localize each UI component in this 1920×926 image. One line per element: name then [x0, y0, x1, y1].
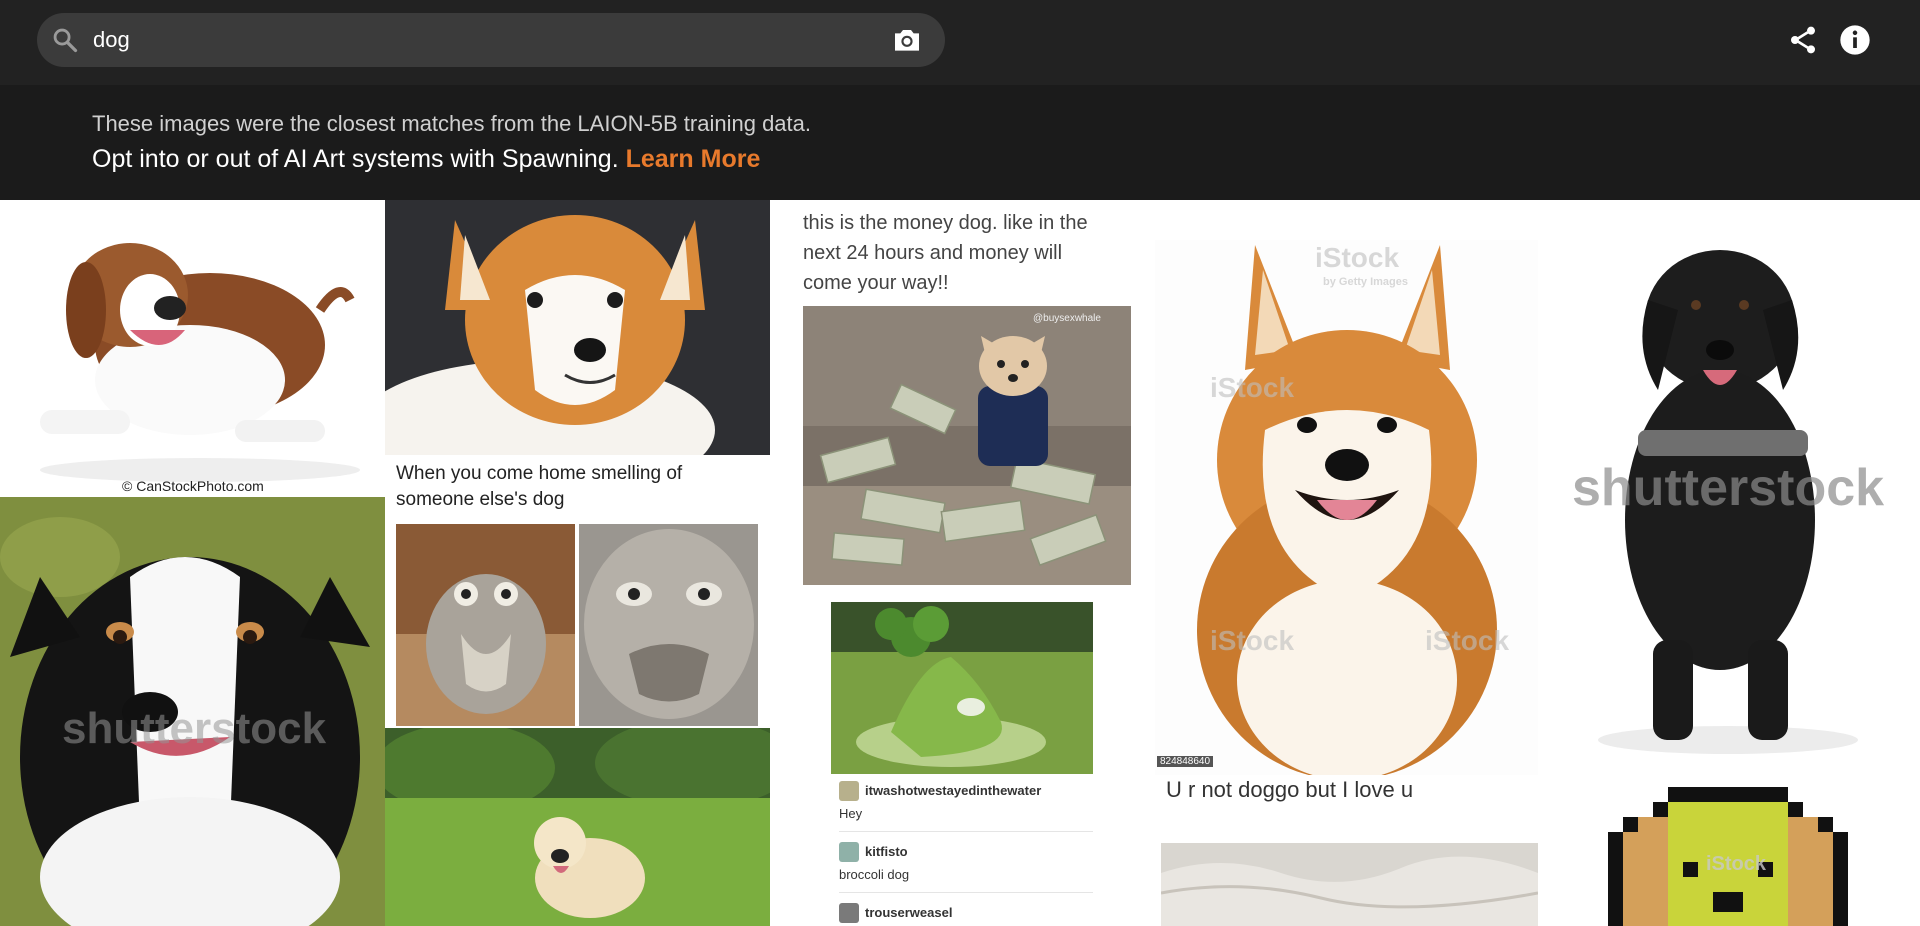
banner-optin-text: Opt into or out of AI Art systems with S… [92, 145, 619, 173]
snow-dog-image [1161, 843, 1538, 926]
result-shiba-meme[interactable]: U r not doggo but I love u [1155, 775, 1538, 926]
comment-user[interactable]: kitfisto [865, 844, 908, 859]
result-beagle[interactable]: © CanStockPhoto.com [0, 200, 385, 497]
beagle-caption: © CanStockPhoto.com [122, 478, 264, 494]
pixel-dog-watermark: iStock [1706, 853, 1767, 875]
corgi-image [385, 200, 770, 455]
lab-watermark: shutterstock [1572, 459, 1885, 517]
commenter-avatar [839, 781, 859, 801]
banner-notice: These images were the closest matches fr… [92, 111, 811, 136]
comment-user[interactable]: itwashotwestayedinthewater [865, 783, 1041, 798]
shiba-meme-caption: U r not doggo but I love u [1166, 777, 1414, 802]
shiba-watermark-2: iStock [1210, 372, 1295, 403]
corgi-meme-caption: When you come home smelling of someone e… [396, 463, 683, 510]
result-pixel-dog[interactable]: iStock [1538, 775, 1920, 926]
owl-dog-image-left [396, 524, 575, 726]
comment-row-1: itwashotwestayedinthewater Hey [839, 779, 1093, 832]
owl-dog-image-right [579, 524, 758, 726]
broccoli-dog-image [831, 602, 1093, 774]
result-broccoli-dog-post[interactable]: itwashotwestayedinthewater Hey kitfisto … [770, 590, 1155, 926]
shiba-watermark: iStock [1315, 242, 1400, 273]
shiba-watermark-3: iStock [1210, 625, 1295, 656]
comment-text: Hey [839, 806, 863, 821]
results-grid: © CanStockPhoto.com shutterstock When yo… [0, 200, 1920, 926]
result-aussie[interactable]: shutterstock [0, 497, 385, 926]
result-golden-retriever[interactable] [385, 728, 770, 926]
commenter-avatar [839, 903, 859, 923]
money-dog-caption: this is the money dog. like in the next … [803, 212, 1088, 294]
money-dog-image [803, 306, 1131, 585]
result-corgi[interactable] [385, 200, 770, 455]
comment-row-2: kitfisto broccoli dog [839, 840, 1093, 893]
camera-icon[interactable] [891, 24, 923, 56]
result-money-dog[interactable]: this is the money dog. like in the next … [770, 200, 1155, 590]
shiba-stock-id: 824848640 [1157, 756, 1214, 767]
comment-text: broccoli dog [839, 867, 910, 882]
aussie-watermark: shutterstock [62, 704, 327, 753]
commenter-avatar [839, 842, 859, 862]
learn-more-link[interactable]: Learn More [626, 145, 761, 173]
top-bar [0, 0, 1920, 85]
money-dog-image-label: @buysexwhale [1033, 313, 1101, 324]
comment-row-3: trouserweasel [839, 901, 1093, 926]
shiba-watermark-sub: by Getty Images [1323, 276, 1408, 288]
banner-optin: Opt into or out of AI Art systems with S… [92, 145, 760, 174]
search-icon [53, 28, 78, 53]
result-shiba[interactable]: iStock by Getty Images iStock iStock iSt… [1155, 200, 1538, 775]
comment-user[interactable]: trouserweasel [865, 905, 952, 920]
banner: These images were the closest matches fr… [0, 85, 1920, 200]
result-black-lab[interactable]: shutterstock [1538, 200, 1920, 775]
search-bar[interactable] [37, 13, 945, 67]
share-icon[interactable] [1787, 24, 1819, 56]
golden-retriever-image [385, 728, 770, 926]
beagle-image [40, 243, 360, 482]
result-corgi-meme-panel[interactable]: When you come home smelling of someone e… [385, 455, 770, 728]
search-input[interactable] [93, 21, 893, 59]
shiba-watermark-4: iStock [1425, 625, 1510, 656]
info-icon[interactable] [1839, 24, 1871, 56]
